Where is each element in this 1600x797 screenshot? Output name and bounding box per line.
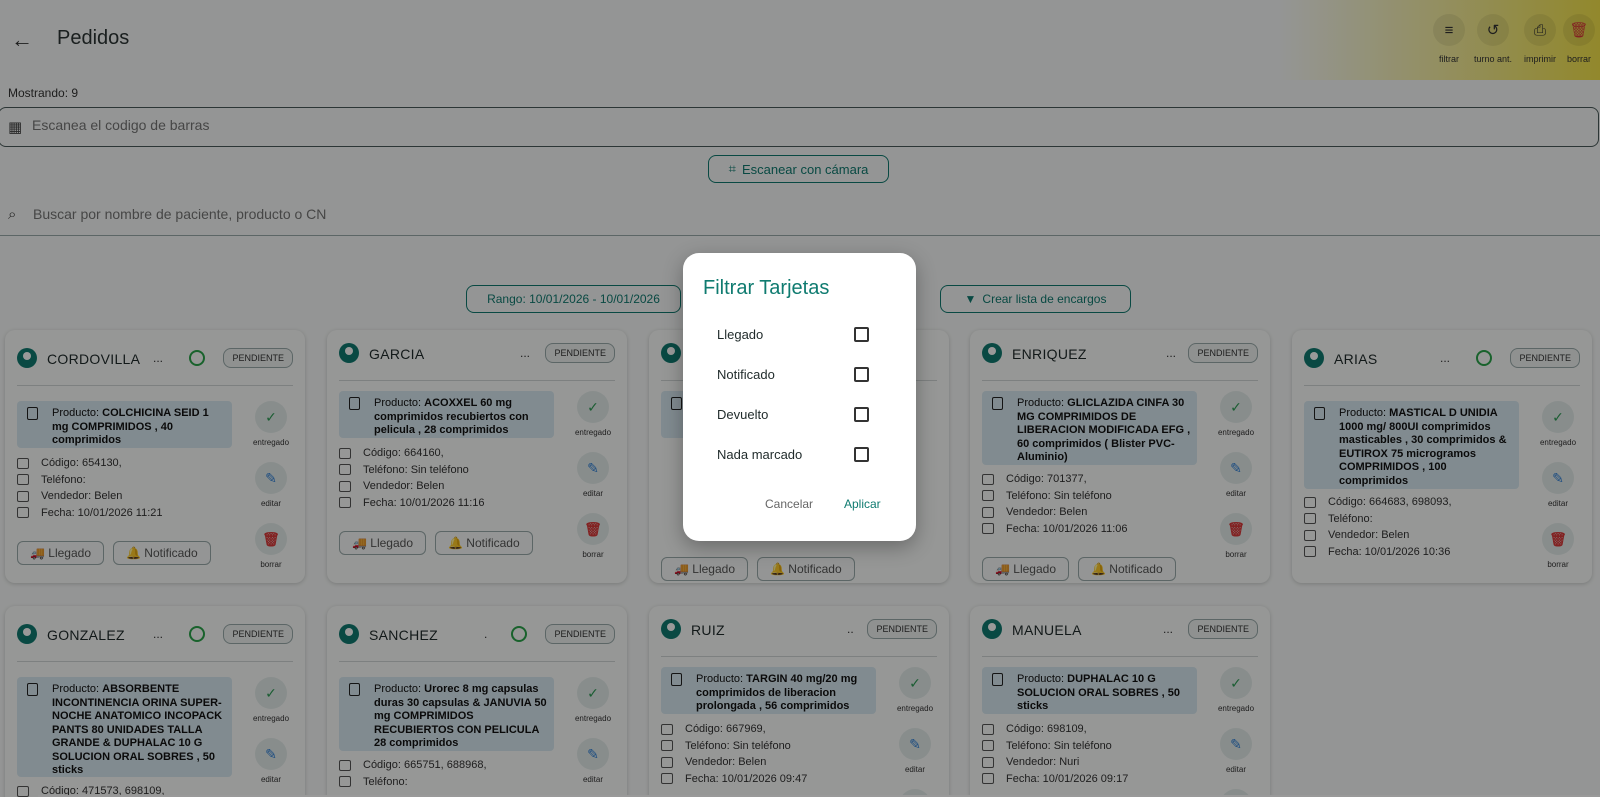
filter-dialog: Filtrar Tarjetas Llegado Notificado Devu… [683,253,916,541]
option-label: Devuelto [717,407,769,422]
apply-button[interactable]: Aplicar [844,497,881,511]
dialog-title: Filtrar Tarjetas [703,277,830,299]
option-label: Notificado [717,367,775,382]
option-nada-marcado[interactable]: Nada marcado [717,443,877,467]
option-devuelto[interactable]: Devuelto [717,403,877,427]
checkbox-llegado[interactable] [854,327,869,342]
checkbox-notificado[interactable] [854,367,869,382]
option-llegado[interactable]: Llegado [717,323,877,347]
option-label: Nada marcado [717,447,803,462]
cancel-button[interactable]: Cancelar [765,497,813,511]
option-notificado[interactable]: Notificado [717,363,877,387]
checkbox-devuelto[interactable] [854,407,869,422]
checkbox-nada-marcado[interactable] [854,447,869,462]
option-label: Llegado [717,327,764,342]
